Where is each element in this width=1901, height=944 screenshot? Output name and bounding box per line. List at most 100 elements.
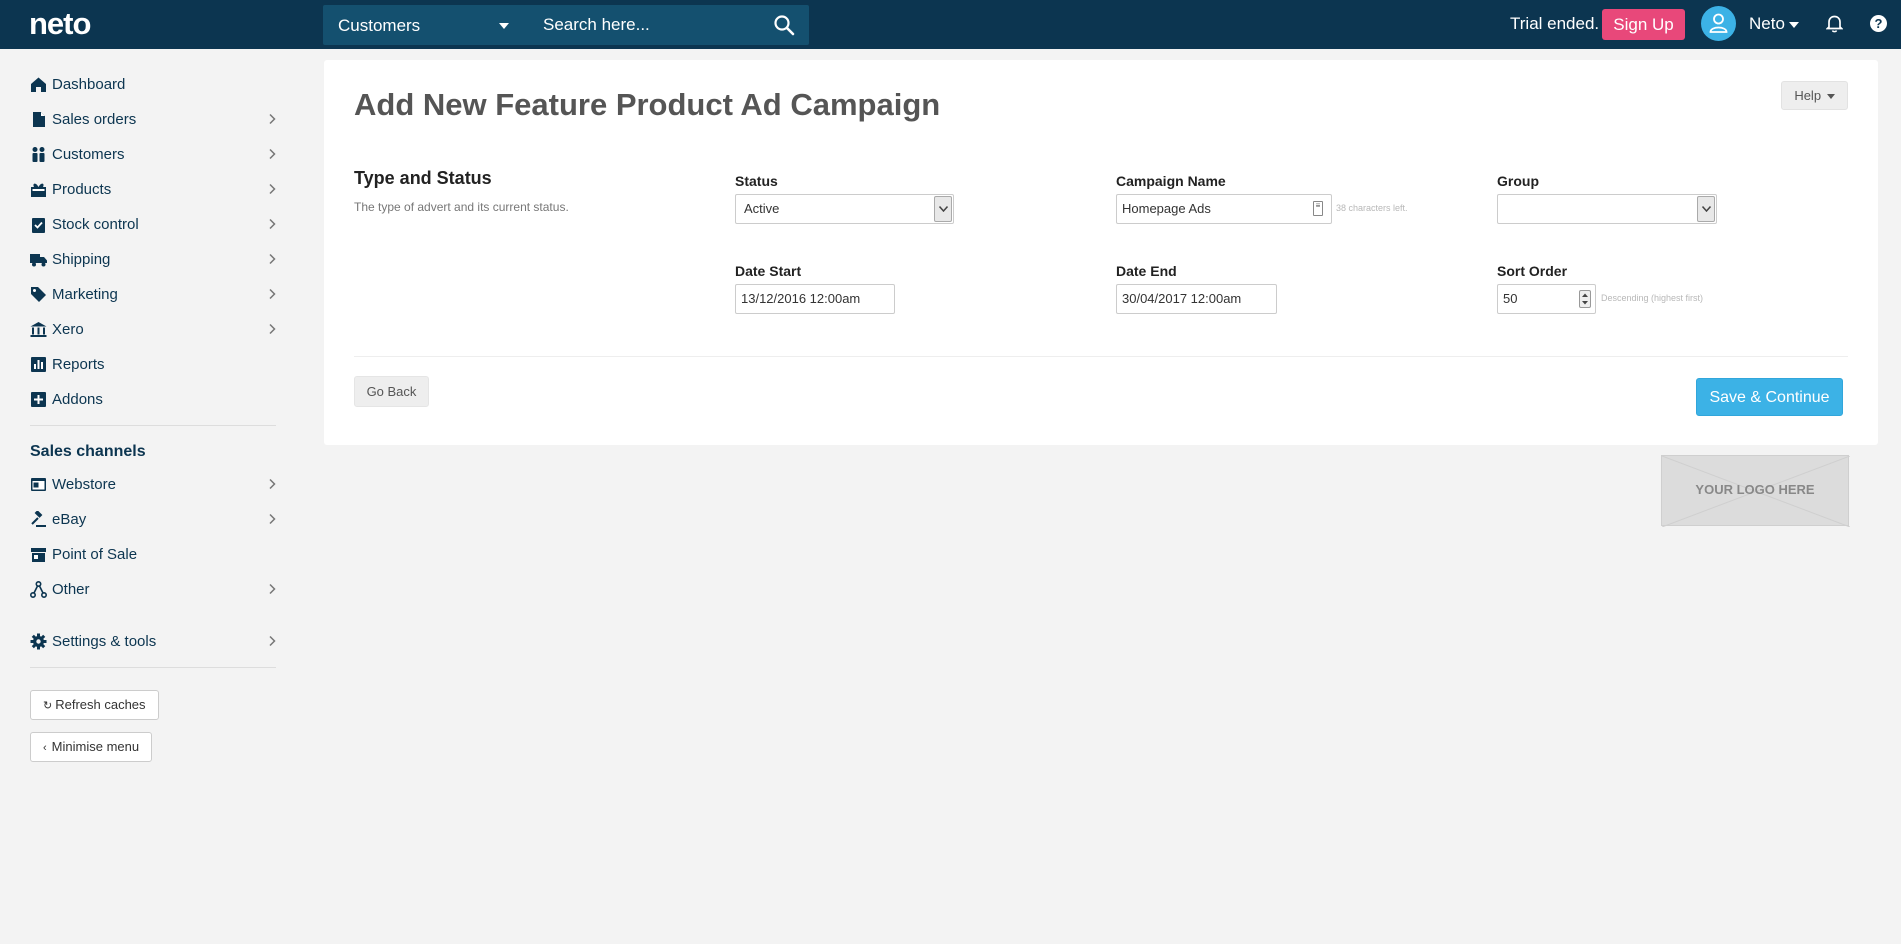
gift-icon	[31, 183, 46, 197]
people-icon	[32, 147, 45, 162]
page-title: Add New Feature Product Ad Campaign	[354, 87, 941, 122]
status-value: Active	[744, 201, 780, 216]
sidebar-item-webstore[interactable]: Webstore	[30, 470, 276, 500]
sign-up-button[interactable]: Sign Up	[1602, 9, 1685, 40]
sidebar-item-label: Addons	[52, 391, 103, 408]
logo-placeholder: YOUR LOGO HERE	[1661, 455, 1850, 527]
sidebar-item-label: Other	[52, 581, 90, 598]
logo-placeholder-text: YOUR LOGO HERE	[1695, 482, 1815, 497]
characters-left-hint: 38 characters left.	[1336, 203, 1408, 213]
date-start-input[interactable]	[741, 291, 889, 306]
user-menu[interactable]: Neto	[1749, 14, 1799, 34]
search-icon[interactable]	[773, 14, 795, 36]
sidebar-item-customers[interactable]: Customers	[30, 140, 276, 170]
sort-order-input[interactable]	[1503, 291, 1568, 306]
neto-logo[interactable]: neto	[29, 6, 91, 42]
user-icon	[1709, 13, 1728, 33]
group-select[interactable]	[1497, 194, 1717, 224]
sidebar-item-reports[interactable]: Reports	[30, 350, 276, 380]
status-select[interactable]: Active	[735, 194, 954, 224]
search-category-dropdown[interactable]: Customers	[323, 5, 523, 45]
sort-order-field[interactable]	[1497, 284, 1596, 314]
search-input[interactable]	[523, 5, 809, 45]
sidebar-item-settings[interactable]: Settings & tools	[30, 627, 276, 657]
campaign-name-label: Campaign Name	[1116, 173, 1226, 189]
chevron-right-icon	[269, 635, 276, 647]
user-name-label: Neto	[1749, 14, 1785, 33]
document-icon	[33, 112, 45, 127]
refresh-caches-button[interactable]: ↻ Refresh caches	[30, 690, 159, 720]
sidebar-item-sales-orders[interactable]: Sales orders	[30, 105, 276, 135]
sidebar-divider	[30, 425, 276, 426]
sidebar-item-label: Products	[52, 181, 112, 198]
sidebar-item-label: Sales orders	[52, 111, 137, 128]
store-icon	[31, 548, 46, 562]
network-icon	[30, 581, 47, 598]
chart-icon	[31, 357, 46, 372]
sidebar-item-label: Xero	[52, 321, 84, 338]
help-button-label: Help	[1794, 88, 1822, 103]
chevron-right-icon	[269, 583, 276, 595]
clipboard-icon	[32, 218, 45, 233]
gavel-icon	[31, 511, 46, 527]
sidebar-item-label: Stock control	[52, 216, 139, 233]
status-label: Status	[735, 173, 778, 189]
sidebar-item-addons[interactable]: Addons	[30, 385, 276, 415]
sidebar-item-point-of-sale[interactable]: Point of Sale	[30, 540, 276, 570]
sidebar-item-dashboard[interactable]: Dashboard	[30, 70, 276, 100]
bell-icon[interactable]	[1826, 14, 1843, 33]
sidebar-item-ebay[interactable]: eBay	[30, 505, 276, 535]
date-end-input[interactable]	[1122, 291, 1271, 306]
sidebar-item-marketing[interactable]: Marketing	[30, 280, 276, 310]
minimise-menu-button[interactable]: ‹ Minimise menu	[30, 732, 153, 762]
number-stepper[interactable]	[1579, 290, 1591, 308]
chevron-right-icon	[269, 148, 276, 160]
chevron-right-icon	[269, 478, 276, 490]
top-bar: neto Customers Trial ended. Sign Up Neto…	[0, 0, 1901, 49]
sidebar-item-label: Dashboard	[52, 76, 126, 93]
browser-icon	[31, 478, 46, 491]
home-icon	[31, 77, 46, 92]
sidebar-divider	[30, 667, 276, 668]
bank-icon	[30, 322, 47, 337]
chevron-right-icon	[269, 113, 276, 125]
refresh-icon: ↻	[43, 700, 53, 712]
chevron-down-icon	[1702, 206, 1711, 212]
sidebar-item-label: Shipping	[52, 251, 111, 268]
select-arrow	[1697, 196, 1715, 222]
sort-order-label: Sort Order	[1497, 263, 1568, 279]
chevron-right-icon	[269, 218, 276, 230]
sidebar-item-xero[interactable]: Xero	[30, 315, 276, 345]
date-end-field[interactable]	[1116, 284, 1277, 314]
sidebar-item-shipping[interactable]: Shipping	[30, 245, 276, 275]
group-label: Group	[1497, 173, 1539, 189]
caret-down-icon	[1826, 94, 1835, 100]
section-title: Type and Status	[354, 168, 492, 188]
sort-order-hint: Descending (highest first)	[1601, 293, 1704, 303]
save-continue-button[interactable]: Save & Continue	[1696, 378, 1843, 416]
search-box: Customers	[323, 5, 809, 45]
go-back-button[interactable]: Go Back	[354, 376, 429, 407]
sidebar-item-label: Settings & tools	[52, 633, 157, 650]
gear-icon	[30, 633, 47, 650]
sidebar-item-stock-control[interactable]: Stock control	[30, 210, 276, 240]
sidebar-item-other[interactable]: Other	[30, 575, 276, 605]
campaign-name-input[interactable]	[1122, 201, 1302, 216]
sidebar-item-products[interactable]: Products	[30, 175, 276, 205]
date-start-field[interactable]	[735, 284, 895, 314]
caret-down-icon	[1788, 21, 1799, 28]
help-icon[interactable]: ?	[1870, 15, 1887, 32]
chevron-down-icon	[939, 206, 948, 212]
sidebar-item-label: Customers	[52, 146, 125, 163]
chevron-right-icon	[269, 253, 276, 265]
help-button[interactable]: Help	[1781, 81, 1848, 110]
sidebar-item-label: Reports	[52, 356, 105, 373]
sidebar-item-label: Webstore	[52, 476, 116, 493]
refresh-caches-label: Refresh caches	[55, 697, 146, 712]
campaign-name-field[interactable]: ≡	[1116, 194, 1332, 224]
character-count-icon: ≡	[1313, 201, 1323, 216]
search-category-label: Customers	[338, 16, 421, 35]
plus-square-icon	[31, 392, 46, 407]
select-arrow	[934, 196, 952, 222]
user-avatar[interactable]	[1701, 6, 1736, 41]
